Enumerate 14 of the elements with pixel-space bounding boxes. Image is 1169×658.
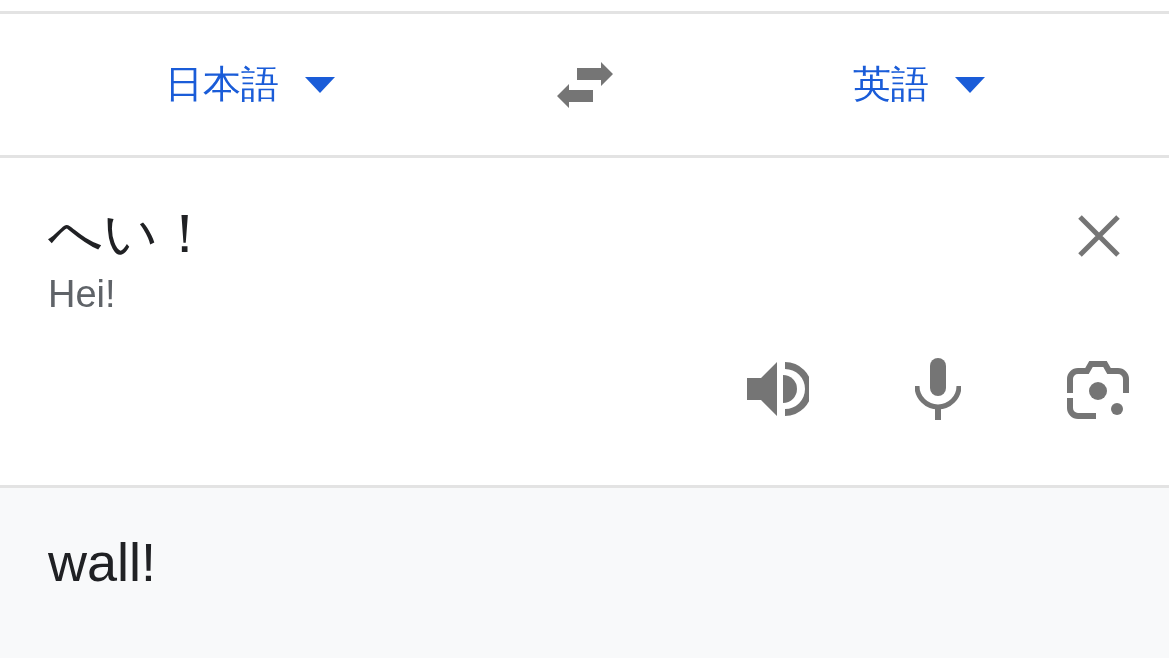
close-icon	[1077, 214, 1121, 258]
source-language-dropdown[interactable]: 日本語	[164, 56, 335, 113]
target-language-dropdown[interactable]: 英語	[853, 56, 986, 113]
camera-icon	[1067, 359, 1129, 419]
listen-button[interactable]	[747, 360, 809, 418]
dropdown-caret-icon	[304, 76, 335, 93]
speaker-icon	[747, 360, 809, 418]
microphone-icon	[915, 358, 961, 420]
camera-button[interactable]	[1067, 359, 1129, 419]
transliteration-text: Hei!	[48, 272, 117, 317]
translation-text: wall!	[48, 532, 157, 592]
microphone-button[interactable]	[915, 358, 961, 420]
dropdown-caret-icon	[955, 76, 986, 93]
source-text: へい！	[48, 201, 212, 267]
